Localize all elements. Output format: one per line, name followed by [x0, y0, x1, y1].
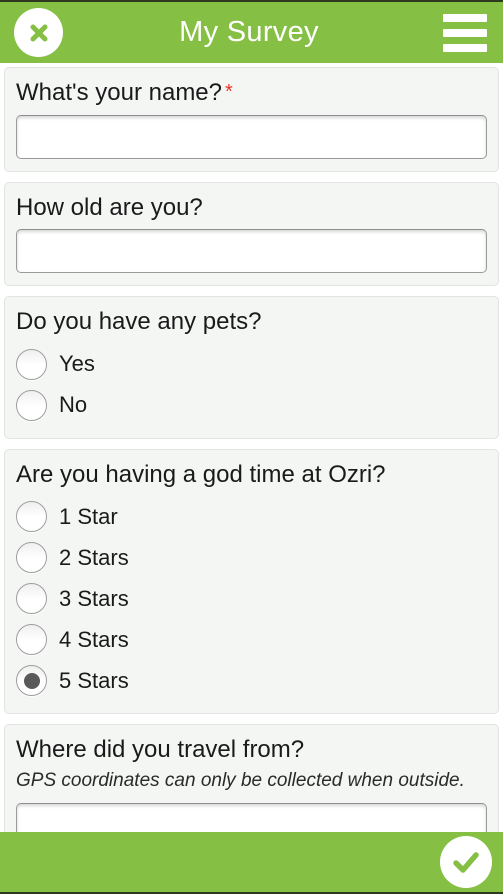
radio-circle-icon: [16, 501, 47, 533]
radio-group-rating: 1 Star 2 Stars 3 Stars 4 Stars 5 Stars: [16, 496, 487, 701]
question-title: What's your name? *: [16, 79, 487, 107]
question-title: Where did you travel from?: [16, 736, 487, 764]
question-card-rating: Are you having a god time at Ozri? 1 Sta…: [4, 448, 499, 715]
radio-option-2-stars[interactable]: 2 Stars: [16, 537, 487, 578]
question-title-text: How old are you?: [16, 193, 203, 221]
radio-option-label: 1 Star: [59, 503, 118, 529]
radio-circle-icon: [16, 624, 47, 656]
app-footer: [0, 832, 503, 894]
survey-form: What's your name? * How old are you? Do y…: [0, 63, 503, 832]
question-card-travel-from: Where did you travel from? GPS coordinat…: [4, 724, 499, 832]
hamburger-menu-button[interactable]: [441, 13, 489, 53]
radio-option-label: Yes: [59, 351, 95, 377]
radio-option-1-star[interactable]: 1 Star: [16, 496, 487, 537]
hamburger-menu-icon-bar-2: [443, 28, 487, 37]
radio-circle-icon: [16, 665, 47, 697]
question-title: Do you have any pets?: [16, 308, 487, 336]
submit-button[interactable]: [440, 836, 492, 888]
radio-option-label: 3 Stars: [59, 585, 129, 611]
question-card-name: What's your name? *: [4, 67, 499, 172]
survey-app: My Survey What's your name? * How old are…: [0, 0, 503, 894]
question-card-age: How old are you?: [4, 181, 499, 287]
question-title-text: Do you have any pets?: [16, 308, 262, 336]
radio-option-yes[interactable]: Yes: [16, 344, 487, 385]
question-card-pets: Do you have any pets? Yes No: [4, 296, 499, 439]
radio-option-label: 2 Stars: [59, 544, 129, 570]
radio-group-pets: Yes No: [16, 344, 487, 426]
required-marker: *: [225, 81, 233, 103]
question-title: Are you having a god time at Ozri?: [16, 461, 487, 489]
radio-option-label: 5 Stars: [59, 667, 129, 693]
travel-from-input[interactable]: [16, 802, 487, 832]
hamburger-menu-icon-bar-1: [443, 13, 487, 22]
checkmark-icon: [449, 845, 483, 879]
radio-option-4-stars[interactable]: 4 Stars: [16, 619, 487, 660]
radio-option-label: 4 Stars: [59, 626, 129, 652]
page-title: My Survey: [179, 16, 319, 48]
radio-circle-icon: [16, 583, 47, 615]
radio-option-3-stars[interactable]: 3 Stars: [16, 578, 487, 619]
app-header: My Survey: [0, 0, 503, 63]
question-title-text: Where did you travel from?: [16, 736, 305, 764]
question-title-text: What's your name?: [16, 79, 223, 106]
question-title-text: Are you having a god time at Ozri?: [16, 460, 386, 488]
close-x-icon: [24, 18, 54, 48]
radio-option-5-stars[interactable]: 5 Stars: [16, 660, 487, 701]
radio-circle-icon: [16, 542, 47, 574]
question-hint: GPS coordinates can only be collected wh…: [16, 769, 465, 791]
radio-option-label: No: [59, 392, 88, 418]
radio-circle-icon: [16, 348, 47, 380]
close-button[interactable]: [14, 8, 63, 57]
hamburger-menu-icon-bar-3: [443, 43, 487, 52]
age-input[interactable]: [16, 229, 487, 274]
radio-circle-icon: [16, 389, 47, 421]
radio-option-no[interactable]: No: [16, 385, 487, 426]
question-title: How old are you?: [16, 194, 487, 222]
name-input[interactable]: [16, 114, 487, 159]
